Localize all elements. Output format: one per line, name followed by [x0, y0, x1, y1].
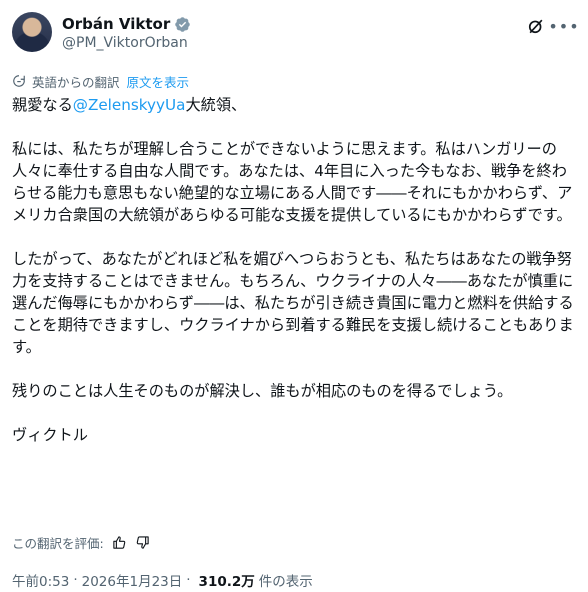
post-date[interactable]: 2026年1月23日 [82, 570, 183, 590]
separator-dot: · [186, 572, 191, 588]
thumbs-down-icon[interactable] [135, 535, 150, 550]
rate-translation: この翻訳を評価: [12, 533, 150, 551]
show-original-link[interactable]: 原文を表示 [127, 72, 190, 91]
tweet-header: Orbán Viktor @PM_ViktorOrban ••• [12, 12, 579, 56]
translation-notice: 英語からの翻訳 原文を表示 [12, 72, 189, 90]
handle[interactable]: @PM_ViktorOrban [62, 35, 188, 51]
separator-dot: · [73, 572, 78, 588]
signature: ヴィクトル [12, 426, 88, 444]
paragraph-2: したがって、あなたがどれほど私を媚びへつらおうとも、私たちはあなたの戦争努力を支… [12, 250, 574, 356]
more-icon[interactable]: ••• [548, 14, 578, 38]
tweet-text: 親愛なる@ZelenskyyUa大統領、 私には、私たちが理解し合うことができな… [12, 94, 578, 446]
views-label: 件の表示 [258, 574, 313, 590]
avatar[interactable] [12, 12, 52, 52]
greeting-prefix: 親愛なる [12, 96, 73, 114]
views-count: 310.2万 [198, 574, 255, 590]
verified-badge-icon [175, 16, 191, 32]
grok-icon[interactable] [526, 16, 546, 36]
name-row: Orbán Viktor [62, 14, 191, 34]
mention-link[interactable]: @ZelenskyyUa [73, 96, 186, 114]
thumbs-up-icon[interactable] [112, 535, 127, 550]
rate-translation-label: この翻訳を評価: [12, 535, 104, 551]
translation-label: 英語からの翻訳 [32, 74, 120, 90]
greeting-suffix: 大統領、 [185, 96, 247, 114]
tweet-meta: 午前0:53 · 2026年1月23日 · 310.2万 件の表示 [12, 570, 313, 590]
paragraph-1: 私には、私たちが理解し合うことができないように思えます。私はハンガリーの人々に奉… [12, 140, 573, 224]
translate-icon [13, 75, 25, 87]
paragraph-3: 残りのことは人生そのものが解決し、誰もが相応のものを得るでしょう。 [12, 382, 513, 400]
post-time[interactable]: 午前0:53 [12, 570, 69, 590]
display-name[interactable]: Orbán Viktor [62, 15, 170, 33]
